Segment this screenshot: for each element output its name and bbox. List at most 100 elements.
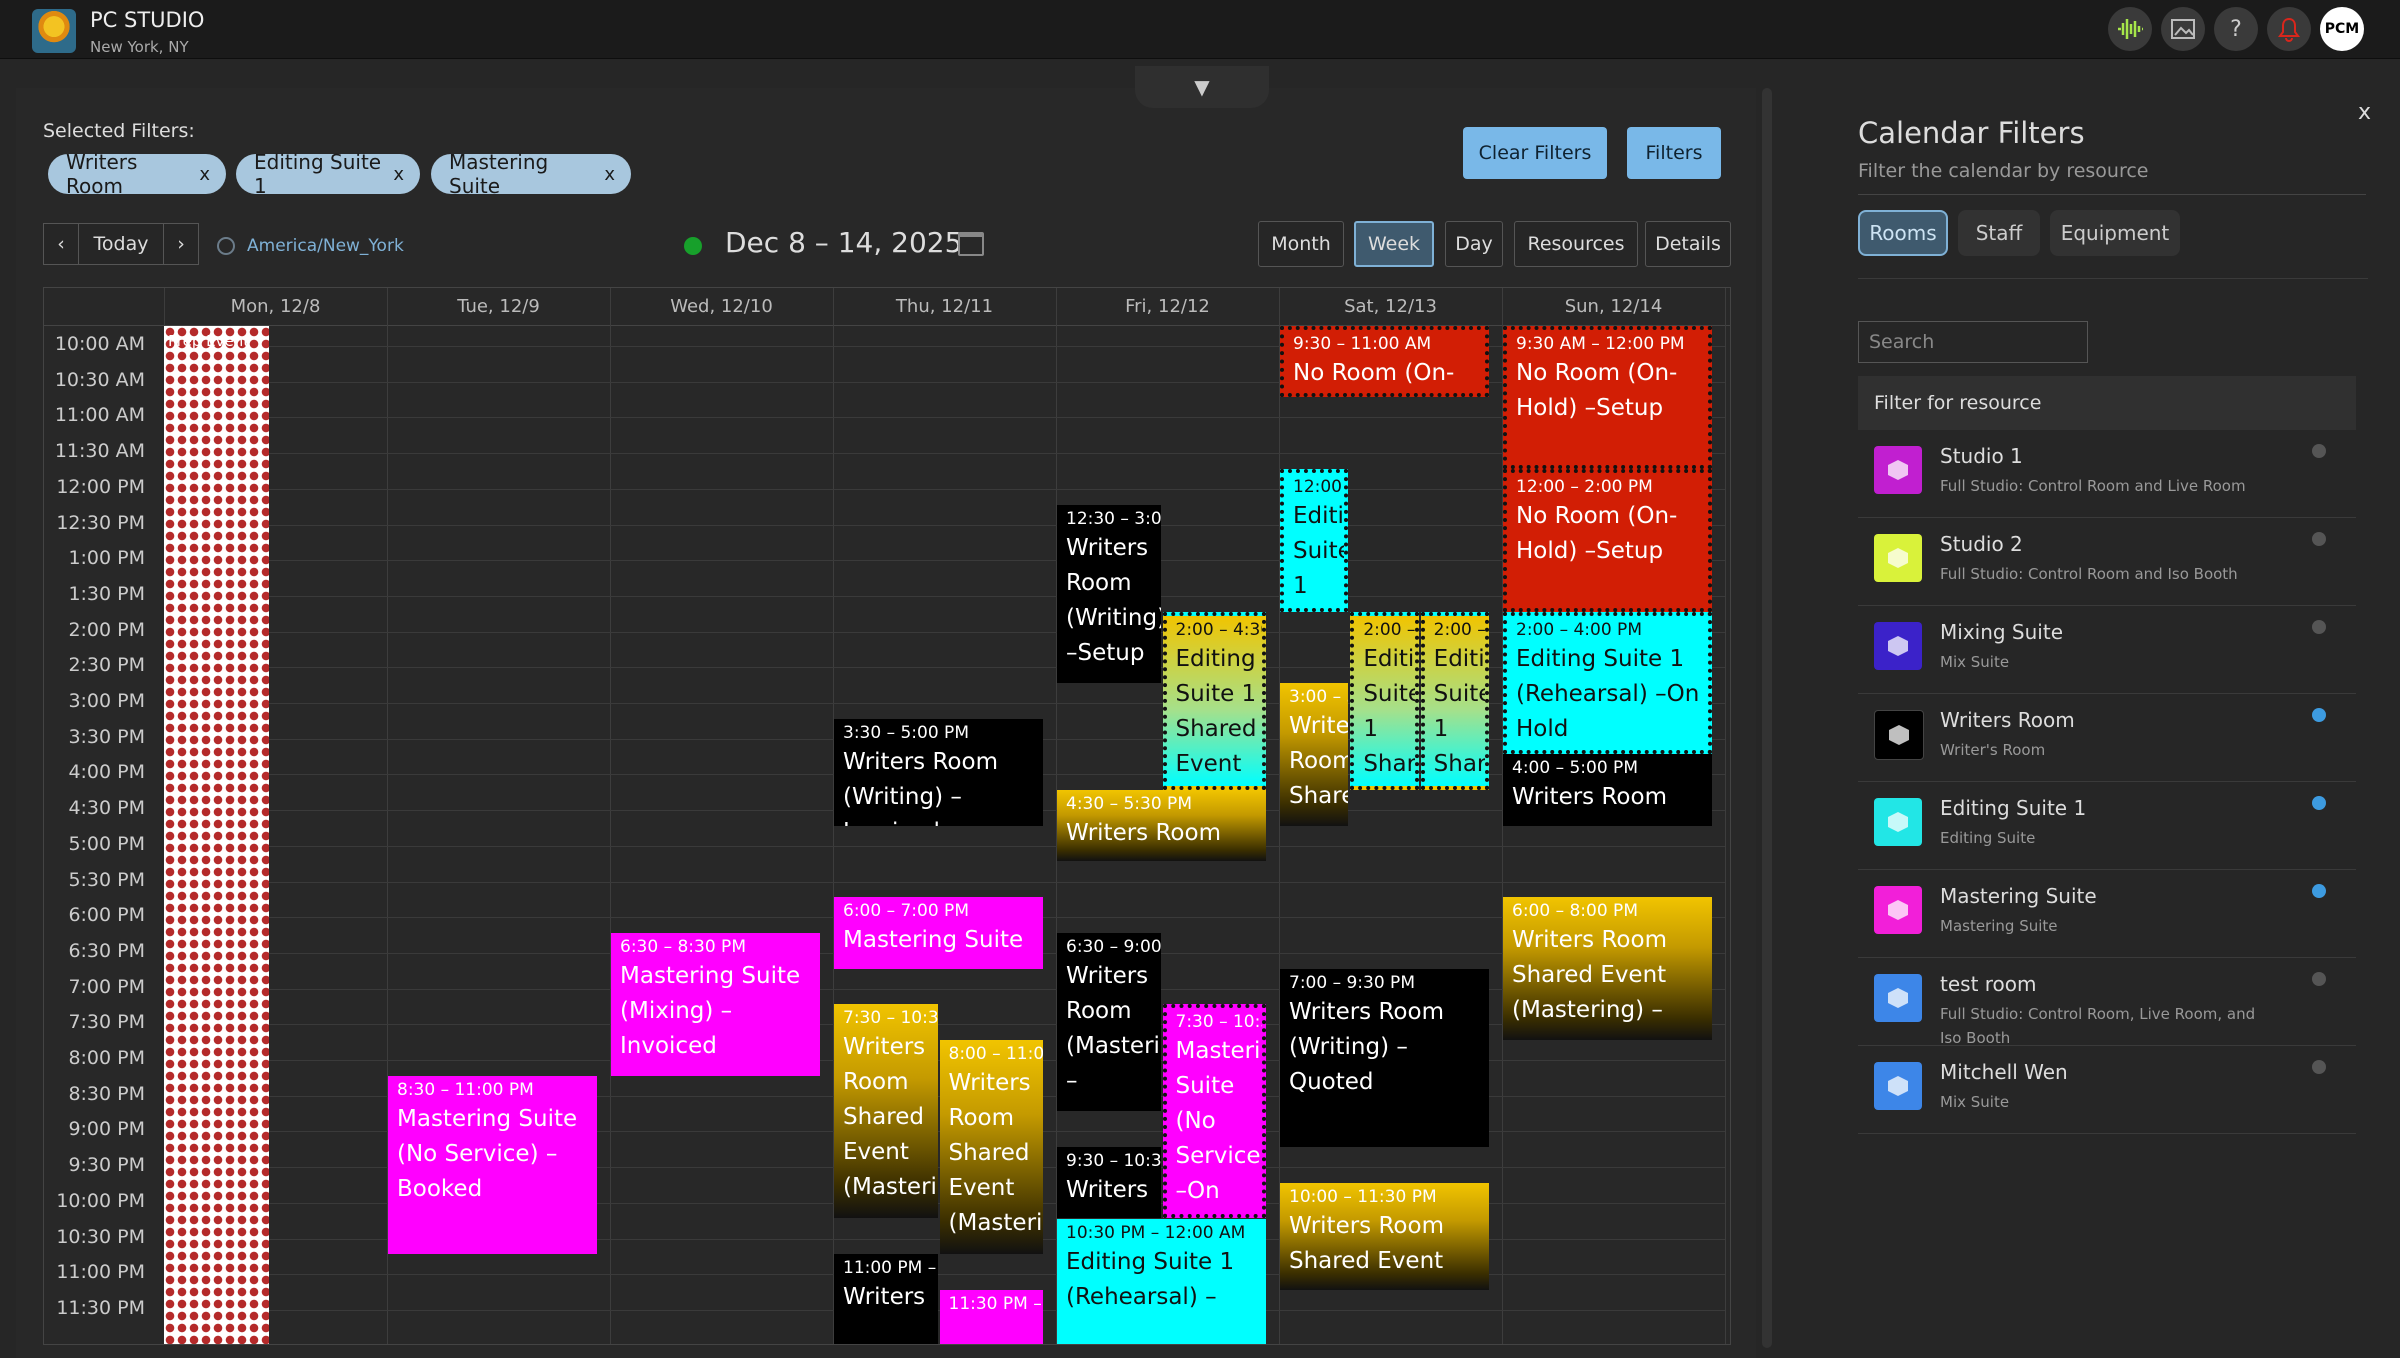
calendar-event[interactable]: 9:30 AM – 12:00 PM No Room (On- Hold) –Se… [1503, 326, 1712, 469]
bell-icon[interactable] [2267, 7, 2311, 51]
calendar-event[interactable]: 8:00 – 11:00 PM Writers Room Shared Event… [939, 1040, 1043, 1255]
calendar-event[interactable]: 7:30 – 10:30 PM Writers Room Shared Event… [834, 1004, 938, 1219]
calendar-event[interactable]: 3:00 – 5:00 PM Writers Room Shared [1280, 683, 1349, 826]
remove-chip-icon[interactable]: x [393, 164, 404, 185]
event-title: Editing Suite 1 (Rehearsal) – [1066, 1248, 1235, 1310]
resource-item-editing-suite-1[interactable]: Editing Suite 1 Editing Suite [1858, 782, 2356, 870]
time-label-5-30-pm: 5:30 PM [68, 869, 145, 891]
calendar-event[interactable]: 6:00 – 7:00 PM Mastering Suite [834, 897, 1043, 969]
resource-name: Writers Room [1940, 708, 2075, 732]
calendar-event[interactable]: 11:00 PM – 1:00 AM Writers [834, 1254, 938, 1344]
today-button[interactable]: Today [78, 223, 164, 265]
remove-chip-icon[interactable]: x [199, 164, 210, 185]
day-header-sat-12-13[interactable]: Sat, 12/13 [1279, 288, 1502, 324]
resource-item-studio-2[interactable]: Studio 2 Full Studio: Control Room and Is… [1858, 518, 2356, 606]
view-resources-button[interactable]: Resources [1514, 221, 1638, 267]
resource-item-mastering-suite[interactable]: Mastering Suite Mastering Suite [1858, 870, 2356, 958]
calendar-event[interactable]: 6:30 – 8:30 PM Mastering Suite (Mixing) –… [611, 932, 820, 1076]
view-details-button[interactable]: Details [1645, 221, 1731, 267]
image-icon[interactable] [2161, 7, 2205, 51]
calendar-event[interactable]: 10:00 – 11:30 PM Writers Room Shared Even… [1280, 1182, 1489, 1290]
resource-item-writers-room[interactable]: Writers Room Writer's Room [1858, 694, 2356, 782]
resource-search-input[interactable]: Search [1858, 321, 2088, 363]
cube-icon [1888, 460, 1908, 480]
filter-chip-writers-room[interactable]: Writers Room x [48, 150, 226, 198]
panel-scrollbar[interactable] [1762, 88, 1772, 1348]
resource-selected-indicator[interactable] [2312, 884, 2326, 898]
day-header-sun-12-14[interactable]: Sun, 12/14 [1502, 288, 1725, 324]
remove-chip-icon[interactable]: x [604, 164, 615, 185]
day-header-thu-12-11[interactable]: Thu, 12/11 [833, 288, 1056, 324]
calendar-event[interactable]: 11:30 PM – 1:00 AM [939, 1289, 1043, 1344]
calendar-event[interactable]: 8:30 – 11:00 PM Mastering Suite (No Servi… [388, 1075, 597, 1255]
studio-name: PC STUDIO [90, 8, 205, 32]
waveform-icon[interactable] [2108, 7, 2152, 51]
event-time: 10:00 – 11:30 PM [1289, 1186, 1437, 1207]
user-avatar[interactable]: PCM [2320, 7, 2364, 51]
resource-selected-indicator[interactable] [2312, 532, 2326, 546]
event-time: 6:30 – 9:00 PM [1066, 936, 1161, 957]
calendar-event[interactable]: 9:30 – 11:00 AM No Room (On- Hold) –Quote… [1280, 326, 1489, 398]
studio-logo[interactable] [32, 9, 76, 53]
day-header-fri-12-12[interactable]: Fri, 12/12 [1056, 288, 1279, 324]
event-time: 10:30 PM – 12:00 AM [1066, 1222, 1246, 1243]
calendar-event[interactable]: 4:30 – 5:30 PM Writers Room [1057, 790, 1266, 862]
calendar-event[interactable]: 2:00 – 4:30 PM Editing Suite 1 Shared [1350, 611, 1419, 791]
resource-description: Mix Suite [1940, 1093, 2010, 1111]
resource-selected-indicator[interactable] [2312, 620, 2326, 634]
tab-staff[interactable]: Staff [1958, 210, 2040, 256]
prev-week-button[interactable]: ‹ [43, 223, 79, 265]
time-gridline [164, 525, 1725, 526]
help-icon[interactable]: ? [2214, 7, 2258, 51]
resource-swatch [1874, 1062, 1922, 1110]
calendar-event[interactable]: 2:00 – 4:30 PM Editing Suite 1 Shared [1420, 611, 1489, 791]
calendar-picker-icon[interactable] [958, 232, 984, 256]
clear-filters-button[interactable]: Clear Filters [1463, 127, 1607, 179]
calendar-event[interactable]: 6:00 – 8:00 PM Writers Room Shared Event … [1503, 897, 1712, 1040]
event-time: 2:00 – 4:00 PM [1516, 619, 1642, 640]
filter-chip-editing-suite-1[interactable]: Editing Suite 1 x [236, 150, 420, 198]
calendar-event[interactable]: 3:30 – 5:00 PM Writers Room (Writing) –In… [834, 718, 1043, 826]
view-day-button[interactable]: Day [1445, 221, 1503, 267]
resource-selected-indicator[interactable] [2312, 972, 2326, 986]
day-header-mon-12-8[interactable]: Mon, 12/8 [164, 288, 387, 324]
tab-rooms[interactable]: Rooms [1858, 210, 1948, 256]
resource-item-test-room[interactable]: test room Full Studio: Control Room, Live… [1858, 958, 2356, 1047]
event-time: 6:30 – 8:30 PM [620, 936, 746, 957]
calendar-event[interactable]: 6:30 – 9:00 PM Writers Room (Mastering) – [1057, 932, 1161, 1112]
resource-selected-indicator[interactable] [2312, 796, 2326, 810]
resource-item-mitchell-wen[interactable]: Mitchell Wen Mix Suite [1858, 1046, 2356, 1134]
resource-item-mixing-suite[interactable]: Mixing Suite Mix Suite [1858, 606, 2356, 694]
time-label-10-00-pm: 10:00 PM [56, 1190, 145, 1212]
calendar-event[interactable]: 2:00 – 4:30 PM Editing Suite 1 Shared Eve… [1162, 611, 1266, 791]
calendar-event[interactable]: 12:00 – 2:00 PM No Room (On- Hold) –Setup [1503, 468, 1712, 612]
tab-equipment[interactable]: Equipment [2050, 210, 2180, 256]
timezone-link[interactable]: America/New_York [247, 236, 404, 256]
calendar-event[interactable]: 12:30 – 3:00 PM Writers Room (Writing) –S… [1057, 504, 1161, 683]
view-month-button[interactable]: Month [1258, 221, 1344, 267]
calendar-event[interactable]: 7:30 – 10:30 PM Mastering Suite (No Servi… [1162, 1004, 1266, 1219]
day-header-tue-12-9[interactable]: Tue, 12/9 [387, 288, 610, 324]
view-week-button[interactable]: Week [1354, 221, 1434, 267]
resource-selected-indicator[interactable] [2312, 708, 2326, 722]
resource-selected-indicator[interactable] [2312, 444, 2326, 458]
time-label-7-00-pm: 7:00 PM [68, 976, 145, 998]
calendar-event[interactable]: 10:30 PM – 12:00 AM Editing Suite 1 (Rehe… [1057, 1218, 1266, 1344]
resource-description: Full Studio: Control Room and Iso Booth [1940, 565, 2238, 583]
close-icon[interactable]: x [2358, 100, 2371, 125]
filter-chip-mastering-suite[interactable]: Mastering Suite x [431, 150, 631, 198]
calendar-event[interactable]: 9:30 – 10:30 PM Writers [1057, 1147, 1161, 1219]
day-header-wed-12-10[interactable]: Wed, 12/10 [610, 288, 833, 324]
resource-item-studio-1[interactable]: Studio 1 Full Studio: Control Room and Li… [1858, 430, 2356, 518]
calendar-event[interactable]: 2:00 – 4:00 PM Editing Suite 1 (Rehearsal… [1503, 611, 1712, 755]
resource-selected-indicator[interactable] [2312, 1060, 2326, 1074]
calendar-event[interactable]: 12:00 – 2:00 PM Editing Suite 1 (Rehearsa… [1280, 468, 1349, 612]
calendar-event[interactable]: 7:00 – 9:30 PM Writers Room (Writing) –Qu… [1280, 968, 1489, 1148]
collapse-toggle-icon[interactable]: ▼ [1135, 66, 1269, 108]
event-title: Writers [1066, 1177, 1149, 1204]
cube-icon [1888, 812, 1908, 832]
calendar-event[interactable]: 4:00 – 5:00 PM Writers Room [1503, 754, 1712, 826]
filters-button[interactable]: Filters [1627, 127, 1721, 179]
next-week-button[interactable]: › [163, 223, 199, 265]
blocked-time-block[interactable] [164, 326, 269, 1344]
